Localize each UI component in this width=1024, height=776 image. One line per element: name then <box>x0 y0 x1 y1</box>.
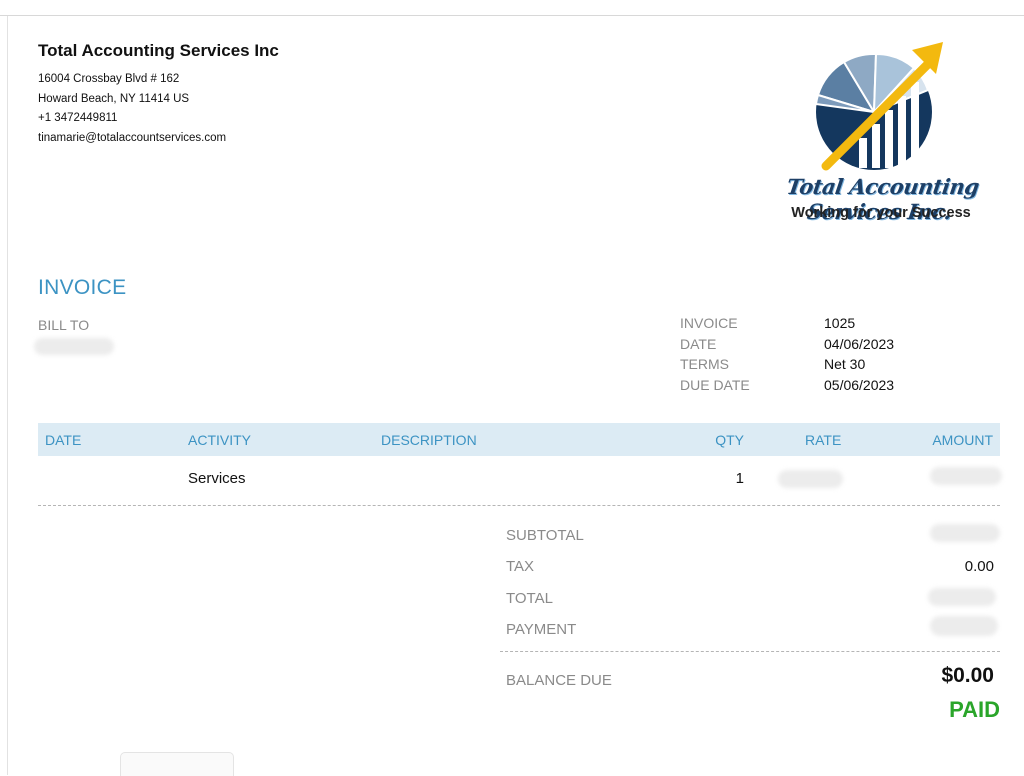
tax-value: 0.00 <box>964 558 994 575</box>
balance-due-value: $0.00 <box>941 664 994 687</box>
meta-label-due-date: DUE DATE <box>680 376 750 393</box>
logo-graphic-icon <box>814 42 943 171</box>
meta-label-terms: TERMS <box>680 356 729 372</box>
bottom-tab[interactable] <box>120 752 234 776</box>
balance-due-label: BALANCE DUE <box>506 672 612 689</box>
company-logo: Total Accounting Services Inc. Working f… <box>756 38 1006 228</box>
paid-status-badge: PAID <box>949 697 1000 722</box>
header-rate: RATE <box>805 432 842 448</box>
company-email: tinamarie@totalaccountservices.com <box>38 131 227 144</box>
redacted-bill-to-name <box>34 338 114 355</box>
redacted-total <box>928 588 996 606</box>
header-date: DATE <box>45 432 82 448</box>
header-qty: QTY <box>715 432 744 448</box>
top-divider <box>0 15 1024 16</box>
redacted-rate <box>778 470 843 488</box>
table-header: DATE ACTIVITY DESCRIPTION QTY RATE AMOUN… <box>38 423 1000 456</box>
meta-label-invoice: INVOICE <box>680 315 738 331</box>
company-phone: +1 3472449811 <box>38 112 118 124</box>
summary-divider <box>500 651 1000 652</box>
header-activity: ACTIVITY <box>188 432 252 448</box>
meta-label-date: DATE <box>680 335 717 352</box>
meta-value-terms: Net 30 <box>824 356 866 372</box>
redacted-payment <box>930 616 998 636</box>
company-info: Total Accounting Services Inc 16004 Cros… <box>38 41 279 148</box>
invoice-heading: INVOICE <box>38 276 127 299</box>
payment-label: PAYMENT <box>506 621 577 638</box>
subtotal-label: SUBTOTAL <box>506 527 584 544</box>
left-border <box>7 16 8 775</box>
table-divider <box>38 505 1000 506</box>
row-qty: 1 <box>735 470 744 487</box>
meta-value-invoice: 1025 <box>824 315 856 331</box>
redacted-subtotal <box>930 524 1000 542</box>
meta-value-date: 04/06/2023 <box>824 335 895 352</box>
tax-label: TAX <box>506 558 535 575</box>
row-activity: Services <box>188 470 246 487</box>
logo-tagline: Working for your Success <box>791 205 971 221</box>
redacted-amount <box>930 467 1002 485</box>
company-name: Total Accounting Services Inc <box>38 41 279 60</box>
total-label: TOTAL <box>506 590 553 607</box>
bill-to-label: BILL TO <box>38 317 90 333</box>
company-address-line1: 16004 Crossbay Blvd # 162 <box>38 73 180 85</box>
header-amount: AMOUNT <box>932 432 993 448</box>
header-description: DESCRIPTION <box>381 432 477 448</box>
company-address-line2: Howard Beach, NY 11414 US <box>38 92 190 105</box>
meta-value-due-date: 05/06/2023 <box>824 376 895 393</box>
